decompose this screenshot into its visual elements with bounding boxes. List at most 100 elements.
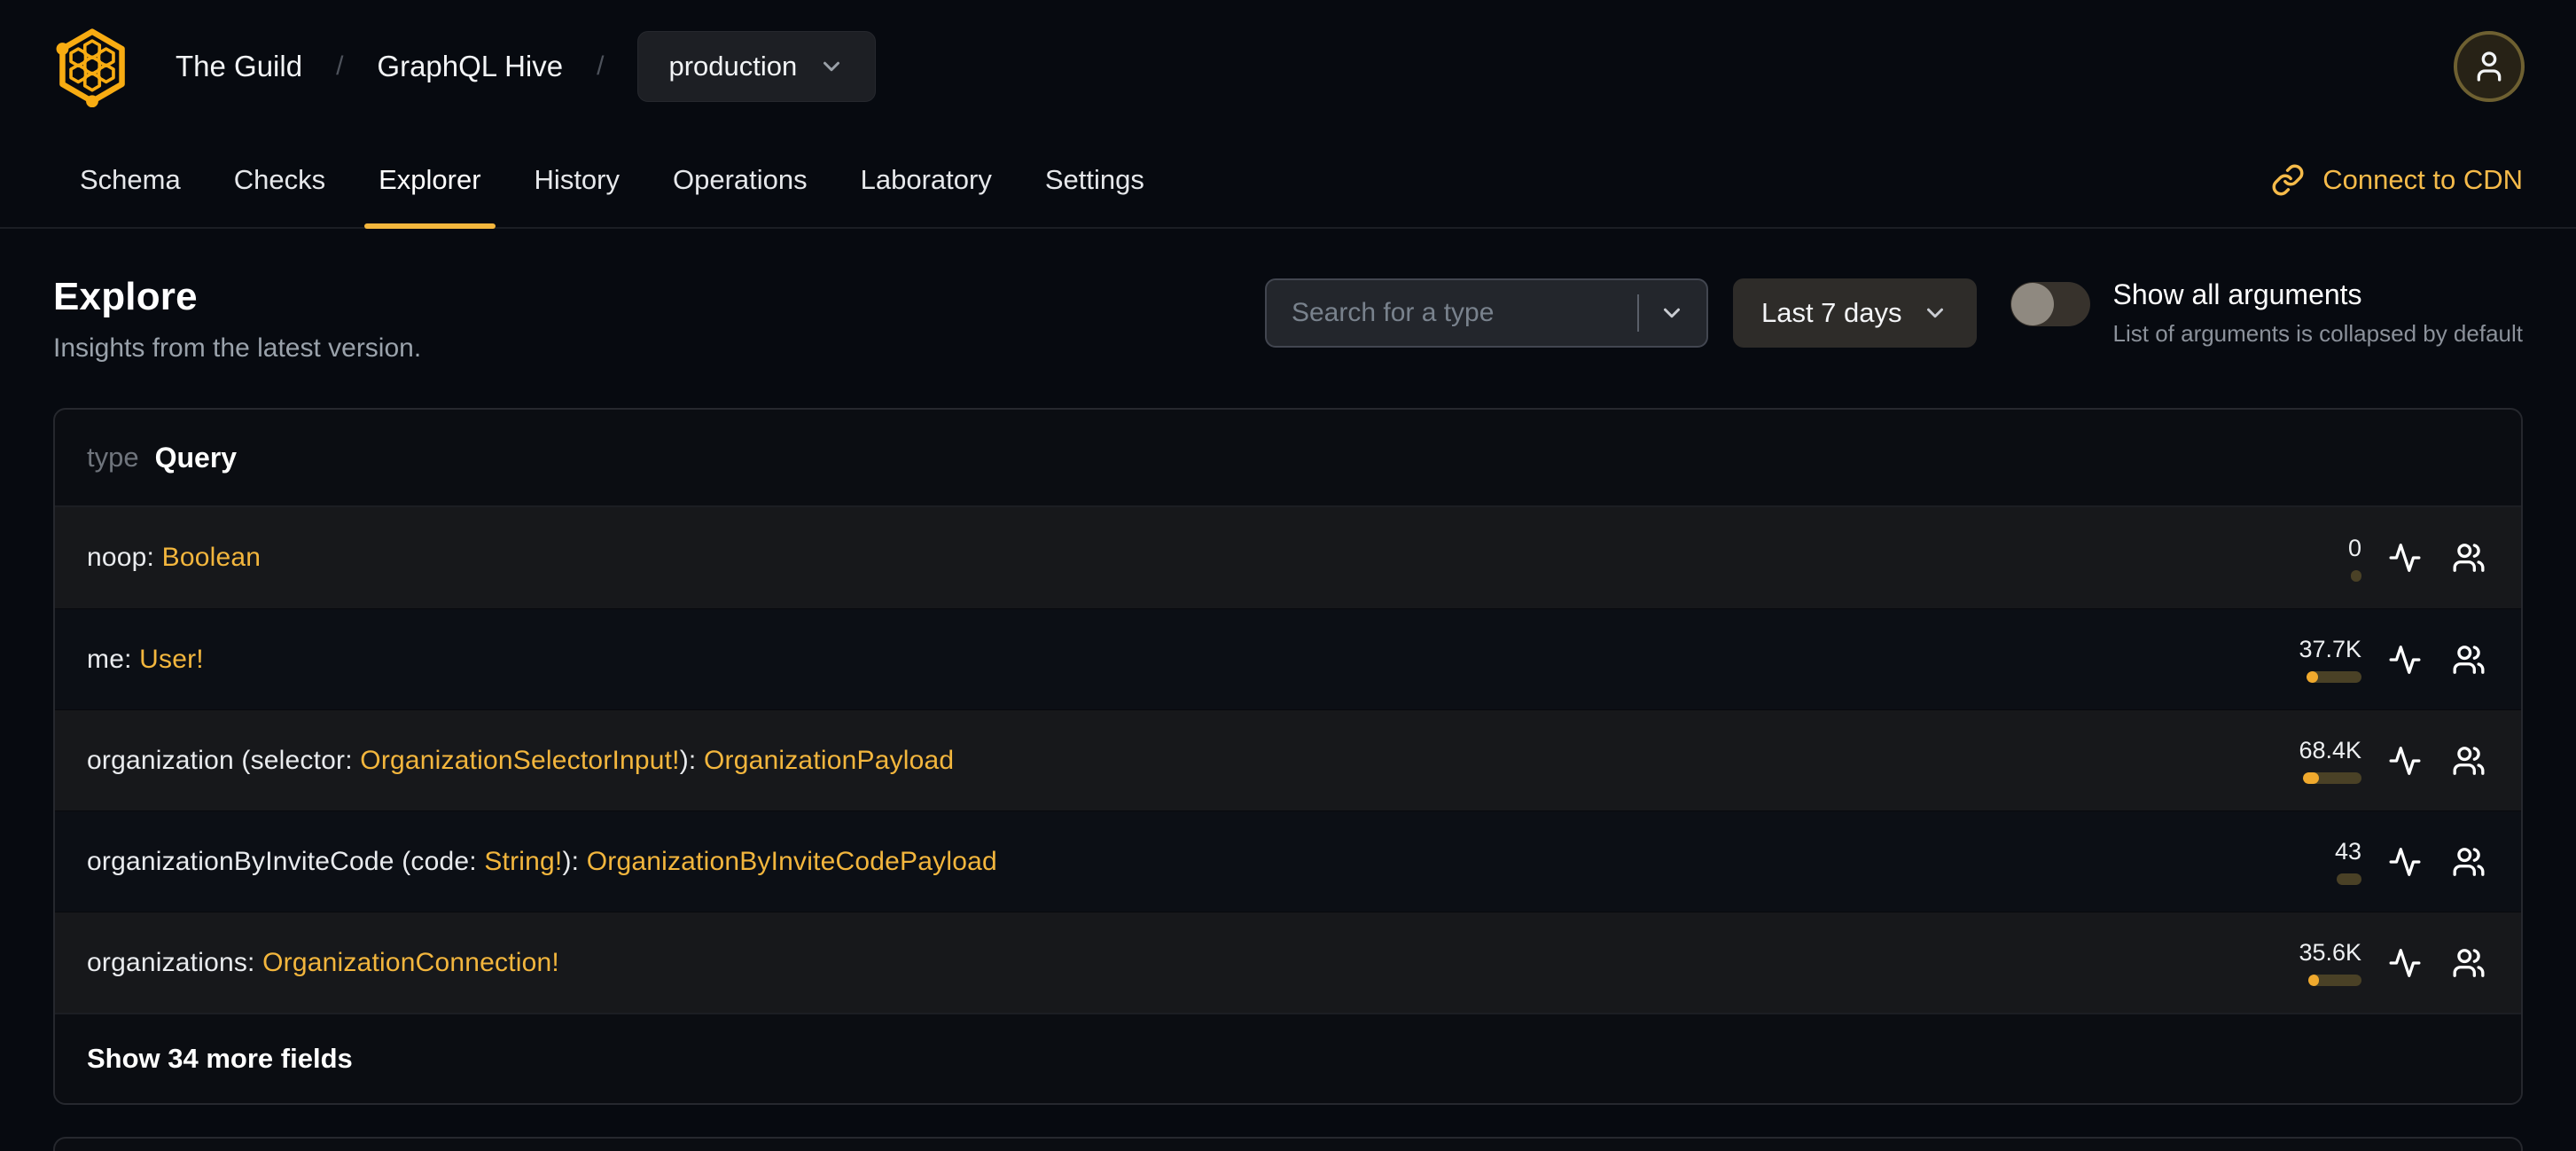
hive-logo-icon[interactable] [51, 26, 133, 107]
usage-bar [2308, 975, 2361, 986]
type-reference[interactable]: Boolean [162, 543, 262, 572]
tab-checks[interactable]: Checks [207, 133, 352, 227]
activity-pulse-icon [2389, 544, 2421, 572]
usage-bar [2303, 772, 2361, 784]
tab-settings[interactable]: Settings [1019, 133, 1171, 227]
type-reference[interactable]: User! [139, 645, 204, 674]
link-icon [2272, 164, 2304, 196]
connect-to-cdn-button[interactable]: Connect to CDN [2271, 133, 2523, 227]
field-signature: organizationByInviteCode (code: String!)… [87, 847, 997, 877]
activity-pulse-icon [2389, 948, 2421, 977]
breadcrumb-separator: / [597, 51, 605, 81]
type-reference[interactable]: String! [484, 847, 562, 876]
type-search-input[interactable] [1291, 298, 1630, 328]
usage-bar-fill [2307, 671, 2318, 683]
activity-pulse-icon [2389, 746, 2421, 775]
field-row[interactable]: me: User! 37.7K [55, 608, 2521, 709]
show-all-arguments-toggle[interactable] [2010, 282, 2090, 326]
period-selector-value: Last 7 days [1760, 297, 1902, 328]
tab-laboratory[interactable]: Laboratory [834, 133, 1019, 227]
field-usage: 68.4K [2264, 737, 2489, 784]
users-icon [2453, 847, 2485, 876]
next-type-card-partial [53, 1137, 2523, 1151]
type-reference[interactable]: OrganizationByInviteCodePayload [587, 847, 997, 876]
field-row[interactable]: organization (selector: OrganizationSele… [55, 709, 2521, 810]
field-clients-button[interactable] [2448, 639, 2489, 680]
field-usage-stats: 43 [2264, 838, 2361, 885]
type-search-combobox [1264, 278, 1708, 348]
target-selector[interactable]: production [637, 31, 877, 102]
page-title: Explore [53, 275, 198, 318]
field-activity-button[interactable] [2385, 639, 2425, 680]
field-clients-button[interactable] [2448, 740, 2489, 781]
show-all-arguments-control: Show all arguments List of arguments is … [2010, 278, 2523, 348]
field-text: me: [87, 644, 140, 674]
page-heading: Explore Insights from the latest version… [53, 275, 421, 364]
type-search-dropdown-button[interactable] [1655, 296, 1689, 330]
field-activity-button[interactable] [2385, 740, 2425, 781]
breadcrumb: The Guild / GraphQL Hive / production [176, 31, 877, 102]
breadcrumb-organization[interactable]: The Guild [176, 50, 302, 83]
show-more-fields-button[interactable]: Show 34 more fields [55, 1013, 2521, 1103]
field-rows: noop: Boolean 0 me: User! 37.7K organiza… [55, 507, 2521, 1013]
field-text: ): [679, 745, 704, 775]
field-text: organization (selector: [87, 745, 361, 775]
breadcrumb-project[interactable]: GraphQL Hive [377, 50, 563, 83]
field-call-count: 68.4K [2299, 737, 2361, 763]
field-call-count: 43 [2334, 838, 2361, 865]
tab-explorer[interactable]: Explorer [352, 133, 507, 229]
field-usage-stats: 37.7K [2264, 636, 2361, 683]
chevron-down-icon [1926, 308, 1943, 318]
activity-pulse-icon [2389, 645, 2421, 674]
connect-to-cdn-label: Connect to CDN [2322, 164, 2523, 195]
field-call-count: 0 [2347, 534, 2361, 561]
type-name[interactable]: Query [155, 442, 237, 474]
explorer-page: Explore Insights from the latest version… [0, 275, 2576, 1151]
field-clients-button[interactable] [2448, 943, 2489, 983]
user-menu-button[interactable] [2454, 31, 2525, 102]
users-icon [2453, 544, 2485, 572]
page-subtitle: Insights from the latest version. [53, 333, 422, 363]
activity-pulse-icon [2389, 847, 2421, 876]
field-signature: organizations: OrganizationConnection! [87, 948, 559, 978]
field-call-count: 37.7K [2299, 636, 2361, 662]
type-card-query: type Query noop: Boolean 0 me: User! 37.… [53, 408, 2523, 1105]
field-signature: noop: Boolean [87, 543, 261, 573]
toggle-subtitle: List of arguments is collapsed by defaul… [2112, 320, 2523, 347]
field-activity-button[interactable] [2385, 537, 2425, 578]
period-selector[interactable]: Last 7 days [1732, 278, 1977, 348]
field-row[interactable]: noop: Boolean 0 [55, 507, 2521, 608]
field-usage-stats: 0 [2264, 535, 2361, 582]
tab-operations[interactable]: Operations [646, 133, 834, 227]
field-clients-button[interactable] [2448, 537, 2489, 578]
tab-history[interactable]: History [508, 133, 646, 227]
field-usage: 35.6K [2264, 939, 2489, 986]
type-reference[interactable]: OrganizationConnection! [262, 948, 559, 977]
project-tabs: Schema Checks Explorer History Operation… [0, 133, 2576, 229]
field-signature: organization (selector: OrganizationSele… [87, 746, 954, 776]
field-clients-button[interactable] [2448, 842, 2489, 882]
usage-bar [2351, 569, 2361, 582]
field-row[interactable]: organizationByInviteCode (code: String!)… [55, 810, 2521, 912]
toggle-title: Show all arguments [2112, 278, 2362, 310]
field-text: noop: [87, 543, 162, 572]
type-card-header: type Query [55, 410, 2521, 507]
type-reference[interactable]: OrganizationPayload [704, 746, 954, 775]
field-activity-button[interactable] [2385, 943, 2425, 983]
field-usage-stats: 35.6K [2264, 939, 2361, 986]
field-activity-button[interactable] [2385, 842, 2425, 882]
field-row[interactable]: organizations: OrganizationConnection! 3… [55, 912, 2521, 1013]
users-icon [2453, 645, 2485, 674]
usage-bar-fill [2308, 975, 2319, 986]
field-text: organizationByInviteCode (code: [87, 846, 485, 876]
chevron-down-icon [824, 61, 840, 72]
type-keyword: type [87, 442, 139, 473]
search-divider [1636, 294, 1639, 332]
usage-bar [2307, 671, 2361, 683]
toggle-labels: Show all arguments List of arguments is … [2113, 278, 2523, 348]
field-usage: 0 [2264, 535, 2489, 582]
users-icon [2453, 948, 2485, 977]
type-reference[interactable]: OrganizationSelectorInput! [360, 746, 679, 775]
user-icon [2477, 51, 2502, 82]
tab-schema[interactable]: Schema [53, 133, 207, 227]
